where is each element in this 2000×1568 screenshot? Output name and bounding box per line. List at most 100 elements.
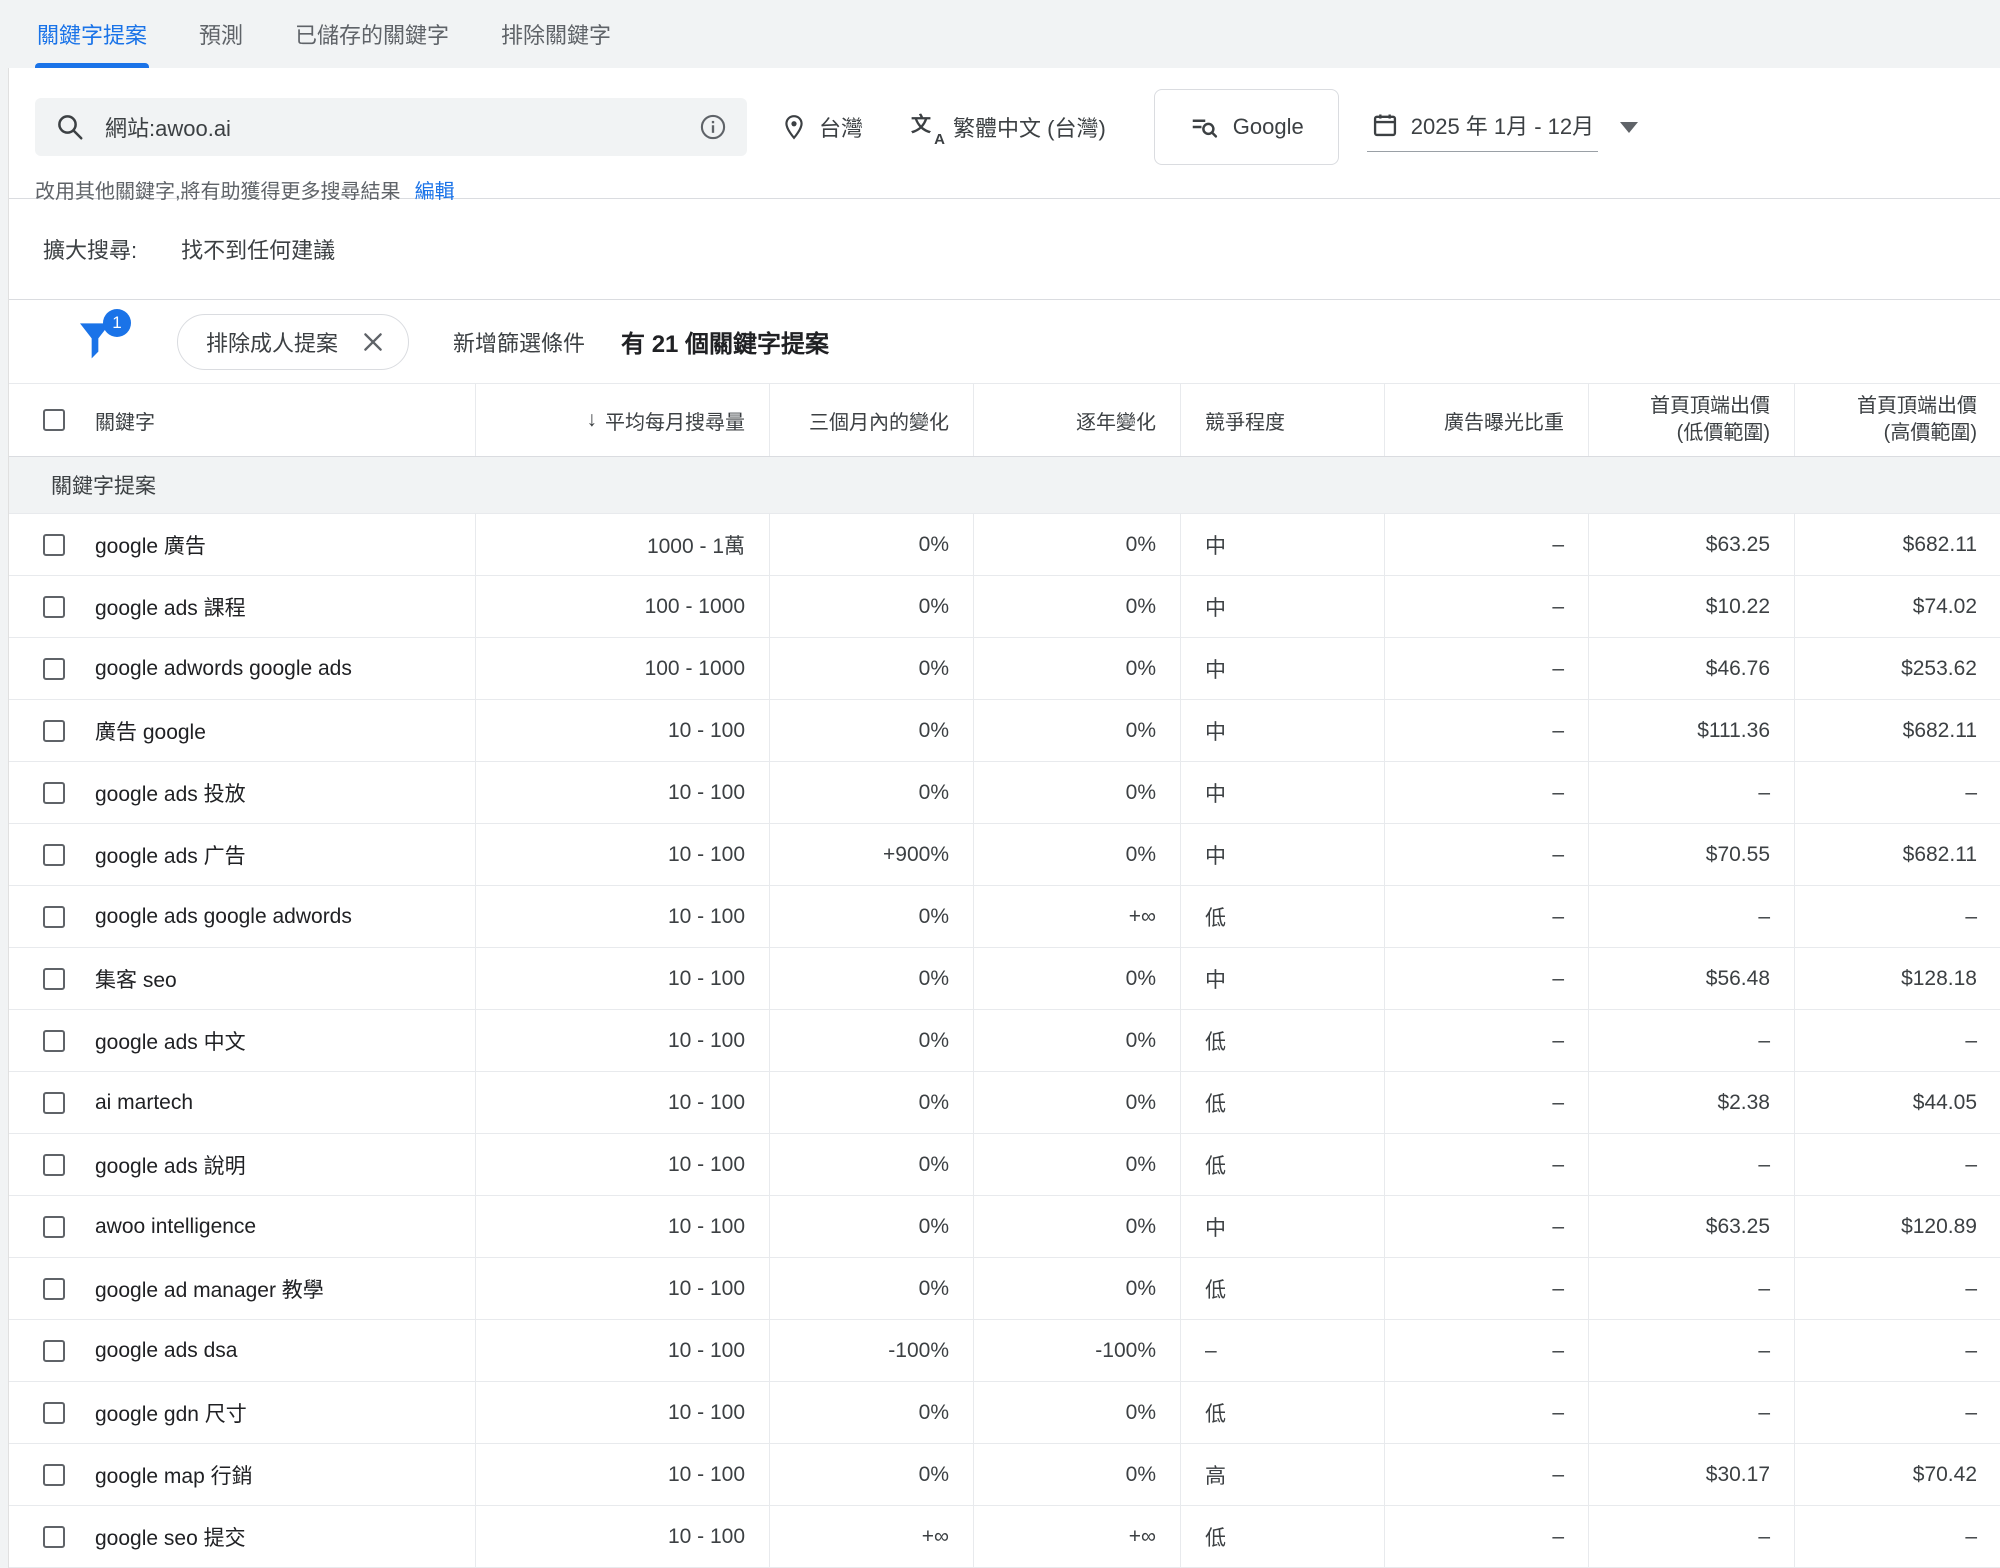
chip-close-icon[interactable] [360, 329, 386, 355]
location-pin-icon [781, 112, 807, 142]
row-checkbox[interactable] [43, 1216, 65, 1238]
three-month-change-cell: 0% [769, 762, 973, 823]
yoy-change-cell: 0% [973, 1258, 1180, 1319]
column-top-of-page-bid-high[interactable]: 首頁頂端出價 (高價範圍) [1794, 384, 2000, 456]
row-checkbox[interactable] [43, 1278, 65, 1300]
competition-cell: 低 [1180, 1258, 1384, 1319]
column-competition[interactable]: 競爭程度 [1180, 384, 1384, 456]
row-checkbox[interactable] [43, 1526, 65, 1548]
column-avg-monthly-searches[interactable]: ↓ 平均每月搜尋量 [475, 384, 769, 456]
language-selector[interactable]: 文A 繁體中文 (台灣) [911, 111, 1106, 143]
row-checkbox[interactable] [43, 906, 65, 928]
refine-hint-text: 改用其他關鍵字,將有助獲得更多搜尋結果 [35, 175, 401, 204]
column-top-of-page-bid-low[interactable]: 首頁頂端出價 (低價範圍) [1588, 384, 1794, 456]
tab-forecast[interactable]: 預測 [197, 0, 245, 68]
table-row[interactable]: 廣告 google 10 - 100 0% 0% 中 – $111.36 $68… [9, 700, 2000, 762]
table-row[interactable]: 集客 seo 10 - 100 0% 0% 中 – $56.48 $128.18 [9, 948, 2000, 1010]
location-label: 台灣 [819, 111, 863, 143]
row-checkbox[interactable] [43, 534, 65, 556]
three-month-change-cell: 0% [769, 700, 973, 761]
edit-link[interactable]: 編輯 [415, 175, 455, 204]
date-range-selector[interactable]: 2025 年 1月 - 12月 [1367, 103, 1638, 152]
location-selector[interactable]: 台灣 [781, 111, 863, 143]
keyword-cell: google ads 投放 [95, 778, 246, 808]
sort-descending-icon: ↓ [587, 408, 598, 432]
row-checkbox[interactable] [43, 1340, 65, 1362]
three-month-change-cell: 0% [769, 1134, 973, 1195]
ad-impression-share-cell: – [1384, 1258, 1588, 1319]
bid-high-cell: $682.11 [1794, 824, 2000, 885]
row-checkbox[interactable] [43, 782, 65, 804]
column-three-month-change[interactable]: 三個月內的變化 [769, 384, 973, 456]
tab-saved-keywords[interactable]: 已儲存的關鍵字 [293, 0, 451, 68]
row-checkbox[interactable] [43, 844, 65, 866]
yoy-change-cell: 0% [973, 1196, 1180, 1257]
volume-cell: 10 - 100 [475, 886, 769, 947]
add-filter-button[interactable]: 新增篩選條件 [453, 326, 585, 358]
table-row[interactable]: google ads 課程 100 - 1000 0% 0% 中 – $10.2… [9, 576, 2000, 638]
filter-chip-exclude-adult[interactable]: 排除成人提案 [177, 314, 409, 370]
table-row[interactable]: awoo intelligence 10 - 100 0% 0% 中 – $63… [9, 1196, 2000, 1258]
broaden-search-row: 擴大搜尋: 找不到任何建議 [9, 199, 2000, 300]
table-row[interactable]: google gdn 尺寸 10 - 100 0% 0% 低 – – – [9, 1382, 2000, 1444]
ad-impression-share-cell: – [1384, 886, 1588, 947]
bid-high-cell: – [1794, 1258, 2000, 1319]
bid-low-cell: $10.22 [1588, 576, 1794, 637]
table-row[interactable]: google 廣告 1000 - 1萬 0% 0% 中 – $63.25 $68… [9, 514, 2000, 576]
yoy-change-cell: 0% [973, 638, 1180, 699]
volume-cell: 10 - 100 [475, 1320, 769, 1381]
table-row[interactable]: google map 行銷 10 - 100 0% 0% 高 – $30.17 … [9, 1444, 2000, 1506]
bid-high-cell: – [1794, 762, 2000, 823]
row-checkbox[interactable] [43, 1154, 65, 1176]
tab-keyword-ideas[interactable]: 關鍵字提案 [35, 0, 149, 68]
three-month-change-cell: +900% [769, 824, 973, 885]
bid-low-cell: $56.48 [1588, 948, 1794, 1009]
table-row[interactable]: google ads dsa 10 - 100 -100% -100% – – … [9, 1320, 2000, 1382]
yoy-change-cell: 0% [973, 824, 1180, 885]
table-row[interactable]: google ads 說明 10 - 100 0% 0% 低 – – – [9, 1134, 2000, 1196]
table-row[interactable]: google ads 中文 10 - 100 0% 0% 低 – – – [9, 1010, 2000, 1072]
keyword-cell: google seo 提交 [95, 1522, 246, 1552]
table-row[interactable]: ai martech 10 - 100 0% 0% 低 – $2.38 $44.… [9, 1072, 2000, 1134]
bid-high-cell: $120.89 [1794, 1196, 2000, 1257]
row-checkbox[interactable] [43, 658, 65, 680]
row-checkbox[interactable] [43, 1030, 65, 1052]
row-checkbox[interactable] [43, 596, 65, 618]
table-row[interactable]: google ads google adwords 10 - 100 0% +∞… [9, 886, 2000, 948]
row-checkbox[interactable] [43, 720, 65, 742]
row-checkbox[interactable] [43, 1092, 65, 1114]
row-checkbox[interactable] [43, 1402, 65, 1424]
table-row[interactable]: google ads 广告 10 - 100 +900% 0% 中 – $70.… [9, 824, 2000, 886]
ad-impression-share-cell: – [1384, 824, 1588, 885]
volume-cell: 10 - 100 [475, 1444, 769, 1505]
keyword-cell: awoo intelligence [95, 1215, 256, 1239]
yoy-change-cell: 0% [973, 1072, 1180, 1133]
ad-impression-share-cell: – [1384, 1072, 1588, 1133]
table-body: google 廣告 1000 - 1萬 0% 0% 中 – $63.25 $68… [9, 514, 2000, 1568]
search-input[interactable]: 網站:awoo.ai [35, 98, 747, 156]
bid-high-cell: – [1794, 1010, 2000, 1071]
filter-funnel-button[interactable]: 1 [75, 317, 119, 367]
column-ad-impression-share[interactable]: 廣告曝光比重 [1384, 384, 1588, 456]
table-row[interactable]: google ads 投放 10 - 100 0% 0% 中 – – – [9, 762, 2000, 824]
volume-cell: 1000 - 1萬 [475, 514, 769, 575]
network-selector[interactable]: Google [1154, 89, 1339, 165]
column-yoy-change[interactable]: 逐年變化 [973, 384, 1180, 456]
bid-high-cell: $128.18 [1794, 948, 2000, 1009]
tab-negative-keywords[interactable]: 排除關鍵字 [499, 0, 613, 68]
competition-cell: 低 [1180, 1010, 1384, 1071]
volume-cell: 10 - 100 [475, 1196, 769, 1257]
three-month-change-cell: 0% [769, 1196, 973, 1257]
info-icon[interactable] [699, 113, 727, 141]
select-all-checkbox[interactable] [43, 409, 65, 431]
row-checkbox[interactable] [43, 968, 65, 990]
table-row[interactable]: google adwords google ads 100 - 1000 0% … [9, 638, 2000, 700]
competition-cell: 低 [1180, 1382, 1384, 1443]
table-row[interactable]: google ad manager 教學 10 - 100 0% 0% 低 – … [9, 1258, 2000, 1320]
ad-impression-share-cell: – [1384, 1196, 1588, 1257]
keyword-cell: google adwords google ads [95, 657, 352, 681]
table-row[interactable]: google seo 提交 10 - 100 +∞ +∞ 低 – – – [9, 1506, 2000, 1568]
ad-impression-share-cell: – [1384, 948, 1588, 1009]
three-month-change-cell: 0% [769, 638, 973, 699]
row-checkbox[interactable] [43, 1464, 65, 1486]
